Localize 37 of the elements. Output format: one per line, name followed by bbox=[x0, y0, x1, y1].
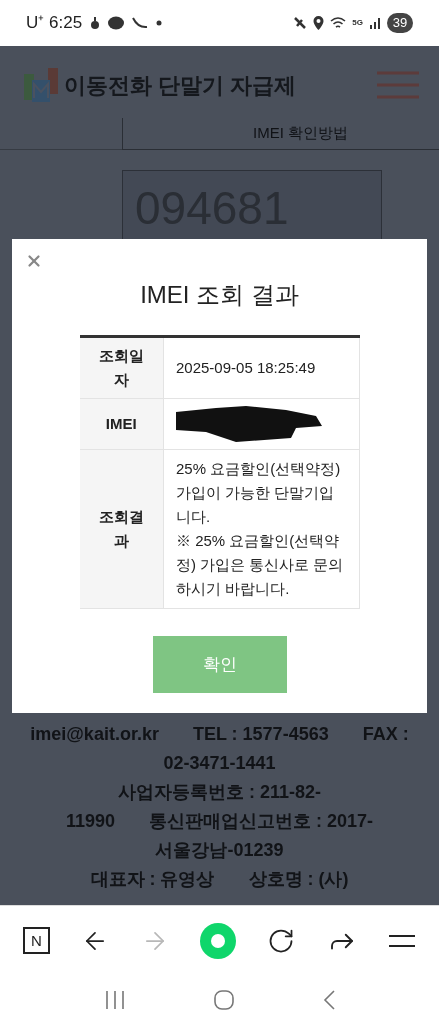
menu-icon[interactable] bbox=[387, 933, 416, 948]
network-type: 5G bbox=[352, 19, 363, 27]
footer-text: FAX : bbox=[362, 723, 409, 746]
result-text: 25% 요금할인(선택약정) 가입이 가능한 단말기입니다. bbox=[176, 459, 342, 527]
dialog-title: IMEI 조회 결과 bbox=[140, 283, 299, 307]
footer-text: 사업자등록번호 : 211-82- bbox=[117, 781, 321, 804]
site-title: 이동전화 단말기 자급제 bbox=[64, 71, 297, 100]
signal-icon bbox=[369, 17, 381, 29]
tab[interactable]: IMEI 확인방법 bbox=[122, 118, 439, 150]
close-icon[interactable] bbox=[25, 252, 43, 270]
chat-icon bbox=[108, 16, 125, 30]
wifi-icon bbox=[330, 16, 347, 30]
footer-text: 11990 bbox=[65, 810, 115, 833]
confirm-button[interactable]: 확인 bbox=[152, 636, 287, 693]
row-label: 조회일자 bbox=[79, 336, 164, 399]
call-icon bbox=[132, 17, 149, 29]
app-notification-icon bbox=[90, 16, 101, 30]
footer-text: 대표자 : 유영상 bbox=[90, 868, 215, 891]
naver-button[interactable]: N bbox=[23, 927, 50, 954]
logo-icon bbox=[24, 68, 58, 102]
footer-text: 통신판매업신고번호 : 2017- bbox=[149, 810, 374, 833]
clock: U⁺ 6:25 bbox=[26, 12, 83, 35]
footer-text: 상호명 : (사) bbox=[248, 868, 349, 891]
footer-text: imei@kait.or.kr bbox=[30, 723, 159, 746]
mute-icon bbox=[293, 16, 308, 30]
dot-icon bbox=[156, 20, 163, 26]
home-icon[interactable] bbox=[213, 989, 234, 1010]
result-text: ※ 25% 요금할인(선택약정) 가입은 통신사로 문의하시기 바랍니다. bbox=[176, 531, 345, 599]
footer-text: 서울강남-01239 bbox=[155, 839, 284, 862]
row-label: IMEI bbox=[79, 398, 164, 450]
battery-badge: 39 bbox=[387, 13, 413, 33]
footer-text: 02-3471-1441 bbox=[163, 752, 276, 775]
location-icon bbox=[313, 16, 325, 30]
footer-text: TEL : 1577-4563 bbox=[192, 723, 329, 746]
recents-icon[interactable] bbox=[104, 989, 125, 1010]
result-text: 2025-09-05 18:25:49 bbox=[176, 358, 317, 378]
row-label: 조회결과 bbox=[79, 449, 164, 609]
